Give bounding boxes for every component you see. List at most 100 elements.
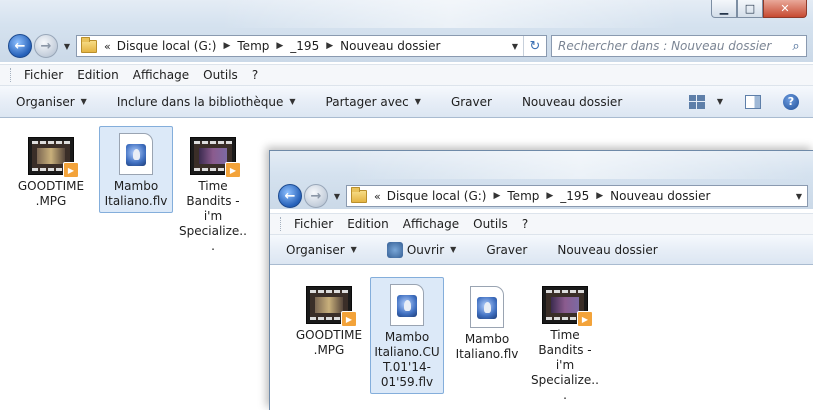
- breadcrumb: « Disque local (G:) ▶ Temp ▶ _195 ▶ Nouv…: [102, 39, 442, 53]
- menu-help[interactable]: ?: [246, 68, 266, 82]
- organiser-label: Organiser: [16, 94, 75, 109]
- breadcrumb-separator-icon[interactable]: ▶: [321, 41, 338, 51]
- file-item[interactable]: Mambo Italiano.flv: [450, 279, 524, 366]
- folder-icon: [351, 186, 367, 203]
- window-frame: ▁ □ ✕ ← → ▼ « Disque local (G:) ▶ Temp ▶…: [0, 0, 813, 62]
- organiser-label: Organiser: [286, 242, 345, 257]
- address-dropdown-icon[interactable]: ▼: [791, 192, 807, 201]
- search-icon[interactable]: ⌕: [786, 39, 806, 54]
- maximize-button[interactable]: □: [737, 0, 763, 18]
- breadcrumb-item[interactable]: Temp: [505, 189, 541, 203]
- new-folder-label: Nouveau dossier: [521, 94, 623, 109]
- command-bar: Organiser ▼ Ouvrir ▼ Graver Nouveau dossie…: [270, 235, 813, 265]
- search-input[interactable]: Rechercher dans : Nouveau dossier: [552, 39, 786, 53]
- file-item[interactable]: ▶ GOODTIME.MPG: [14, 130, 88, 213]
- new-folder-button[interactable]: Nouveau dossier: [522, 95, 622, 109]
- breadcrumb-item[interactable]: _195: [558, 189, 591, 203]
- file-item[interactable]: ▶ GOODTIME.MPG: [292, 279, 366, 362]
- chevron-down-icon: ▼: [414, 97, 421, 106]
- file-name: Mambo Italiano.flv: [455, 332, 519, 361]
- menu-help[interactable]: ?: [516, 217, 536, 231]
- menu-edition[interactable]: Edition: [341, 217, 397, 231]
- open-button[interactable]: Ouvrir ▼: [386, 241, 456, 258]
- file-name: Time Bandits - i'm Specialize...: [179, 179, 247, 253]
- close-button[interactable]: ✕: [763, 0, 807, 18]
- search-box[interactable]: Rechercher dans : Nouveau dossier ⌕: [551, 35, 807, 57]
- menu-affichage[interactable]: Affichage: [127, 68, 197, 82]
- breadcrumb-separator-icon[interactable]: ▶: [488, 191, 505, 201]
- video-file-icon: ▶: [306, 286, 357, 327]
- explorer-window-front: ← → ▼ « Disque local (G:) ▶ Temp ▶ _195 …: [269, 150, 813, 410]
- organiser-button[interactable]: Organiser ▼: [286, 243, 357, 257]
- command-bar: Organiser ▼ Inclure dans la bibliothèque ▼…: [0, 86, 813, 118]
- address-dropdown-icon[interactable]: ▼: [507, 42, 523, 51]
- menu-fichier[interactable]: Fichier: [288, 217, 341, 231]
- window-frame: ← → ▼ « Disque local (G:) ▶ Temp ▶ _195 …: [270, 151, 813, 209]
- menu-fichier[interactable]: Fichier: [18, 68, 71, 82]
- menu-grip: [280, 217, 284, 231]
- overflow-chevron-icon[interactable]: «: [372, 190, 385, 203]
- breadcrumb-item[interactable]: Disque local (G:): [115, 39, 219, 53]
- forward-arrow-icon[interactable]: →: [304, 184, 328, 208]
- history-dropdown-icon[interactable]: ▼: [60, 42, 74, 51]
- chevron-down-icon: ▼: [289, 97, 296, 106]
- breadcrumb-item[interactable]: _195: [288, 39, 321, 53]
- file-item-selected[interactable]: Mambo Italiano.CUT.01'14-01'59.flv: [370, 277, 444, 394]
- menu-edition[interactable]: Edition: [71, 68, 127, 82]
- forward-arrow-icon[interactable]: →: [34, 34, 58, 58]
- open-label: Ouvrir: [406, 242, 445, 257]
- file-name: GOODTIME.MPG: [17, 179, 85, 208]
- minimize-button[interactable]: ▁: [711, 0, 737, 18]
- video-file-icon: ▶: [542, 286, 593, 327]
- video-file-icon: ▶: [28, 137, 79, 178]
- burn-label: Graver: [450, 94, 492, 109]
- organiser-button[interactable]: Organiser ▼: [16, 95, 87, 109]
- frame-glass: [350, 151, 810, 179]
- change-view-icon[interactable]: [688, 94, 705, 109]
- include-library-button[interactable]: Inclure dans la bibliothèque ▼: [117, 95, 296, 109]
- chevron-down-icon: ▼: [350, 245, 357, 254]
- breadcrumb-separator-icon[interactable]: ▶: [271, 41, 288, 51]
- new-folder-button[interactable]: Nouveau dossier: [557, 243, 657, 257]
- breadcrumb: « Disque local (G:) ▶ Temp ▶ _195 ▶ Nouv…: [372, 189, 712, 203]
- address-bar[interactable]: « Disque local (G:) ▶ Temp ▶ _195 ▶ Nouv…: [76, 35, 547, 57]
- preview-pane-icon[interactable]: [745, 94, 761, 109]
- share-with-button[interactable]: Partager avec ▼: [326, 95, 421, 109]
- breadcrumb-separator-icon[interactable]: ▶: [591, 191, 608, 201]
- chevron-down-icon: ▼: [80, 97, 87, 106]
- share-with-label: Partager avec: [325, 94, 409, 109]
- folder-icon: [81, 36, 97, 53]
- view-controls: ▼ ?: [688, 86, 799, 117]
- help-icon[interactable]: ?: [783, 93, 799, 110]
- caption-buttons: ▁ □ ✕: [711, 0, 807, 18]
- video-file-icon: ▶: [190, 137, 241, 178]
- new-folder-label: Nouveau dossier: [557, 242, 658, 257]
- flv-file-icon: [119, 133, 153, 175]
- file-item-selected[interactable]: Mambo Italiano.flv: [99, 126, 173, 213]
- menu-outils[interactable]: Outils: [467, 217, 516, 231]
- breadcrumb-item[interactable]: Temp: [235, 39, 271, 53]
- file-item[interactable]: ▶ Time Bandits - i'm Specialize...: [176, 130, 250, 258]
- view-dropdown-icon[interactable]: ▼: [717, 97, 723, 106]
- breadcrumb-separator-icon[interactable]: ▶: [541, 191, 558, 201]
- burn-button[interactable]: Graver: [486, 243, 527, 257]
- menu-outils[interactable]: Outils: [197, 68, 246, 82]
- menu-affichage[interactable]: Affichage: [397, 217, 467, 231]
- overflow-chevron-icon[interactable]: «: [102, 40, 115, 53]
- breadcrumb-item[interactable]: Nouveau dossier: [608, 189, 712, 203]
- file-item[interactable]: ▶ Time Bandits - i'm Specialize...: [528, 279, 602, 407]
- file-list: ▶ GOODTIME.MPG Mambo Italiano.CUT.01'14-…: [270, 269, 813, 410]
- breadcrumb-item[interactable]: Nouveau dossier: [338, 39, 442, 53]
- frame-glass: [220, 0, 680, 28]
- address-bar[interactable]: « Disque local (G:) ▶ Temp ▶ _195 ▶ Nouv…: [346, 185, 808, 207]
- back-arrow-icon[interactable]: ←: [8, 34, 32, 58]
- burn-button[interactable]: Graver: [451, 95, 492, 109]
- menu-bar: Fichier Edition Affichage Outils ?: [270, 213, 813, 235]
- breadcrumb-item[interactable]: Disque local (G:): [385, 189, 489, 203]
- history-dropdown-icon[interactable]: ▼: [330, 192, 344, 201]
- file-name: GOODTIME.MPG: [295, 328, 363, 357]
- refresh-icon[interactable]: ↻: [523, 36, 546, 56]
- breadcrumb-separator-icon[interactable]: ▶: [218, 41, 235, 51]
- play-badge-icon: ▶: [577, 311, 593, 327]
- back-arrow-icon[interactable]: ←: [278, 184, 302, 208]
